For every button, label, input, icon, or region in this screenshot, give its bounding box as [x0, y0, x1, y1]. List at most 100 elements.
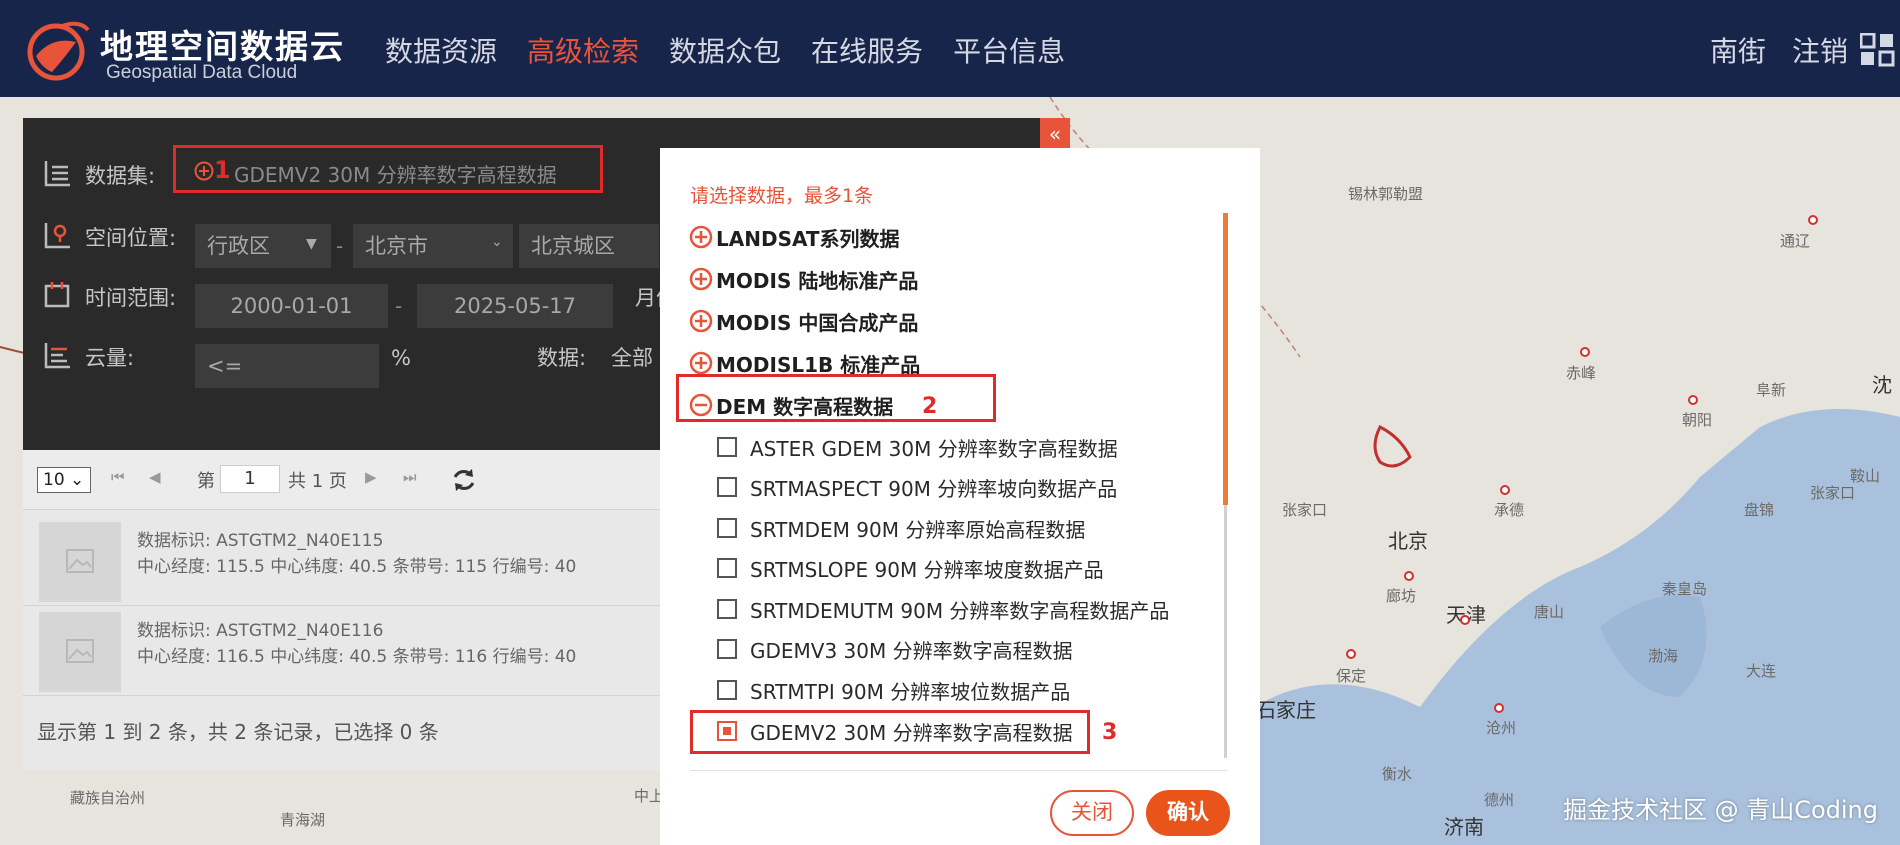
first-page-icon[interactable]: ⏮: [111, 468, 125, 486]
confirm-button[interactable]: 确认: [1146, 790, 1230, 836]
page-number-input[interactable]: 1: [220, 465, 280, 493]
map-label: 朝阳: [1682, 411, 1713, 429]
map-label-beijing: 北京: [1388, 529, 1428, 553]
plus-circle-icon: [194, 161, 214, 181]
modal-title: 请选择数据，最多1条: [690, 185, 874, 207]
map-label: 廊坊: [1386, 587, 1417, 605]
dem-item-label: GDEMV3 30M 分辨率数字高程数据: [750, 639, 1073, 663]
image-placeholder-icon: [66, 549, 94, 573]
prev-page-icon[interactable]: ◀: [149, 468, 161, 486]
results-list: 10 ⌄ ⏮ ◀ 第 1 共 1 页 ▶ ⏭ 数据标识: ASTGTM2_N40…: [23, 450, 663, 770]
dataset-label: 数据集:: [85, 164, 156, 188]
checkbox[interactable]: [717, 639, 737, 659]
map-label: 锡林郭勒盟: [1348, 185, 1424, 203]
city-dot: [1494, 703, 1504, 713]
map-label: 沧州: [1486, 719, 1517, 737]
nav-online-services[interactable]: 在线服务: [811, 30, 923, 70]
checkbox[interactable]: [717, 477, 737, 497]
map-label: 大连: [1746, 662, 1777, 680]
map-label: 唐山: [1534, 603, 1565, 621]
nav-data-resources[interactable]: 数据资源: [385, 30, 497, 70]
end-date-input[interactable]: 2025-05-17: [417, 284, 613, 328]
checkbox[interactable]: [717, 518, 737, 538]
map-label: 青海湖: [280, 811, 326, 829]
close-button[interactable]: 关闭: [1050, 790, 1134, 836]
cloud-label: 云量:: [85, 346, 135, 370]
checkbox-checked[interactable]: [717, 721, 737, 741]
dem-item-label: SRTMSLOPE 90M 分辨率坡度数据产品: [750, 558, 1104, 582]
step-marker-2: 2: [922, 394, 938, 419]
dem-item-label: SRTMTPI 90M 分辨率坡位数据产品: [750, 680, 1071, 704]
top-navigation-bar: 地理空间数据云 Geospatial Data Cloud 数据资源 高级检索 …: [0, 0, 1900, 97]
checkbox[interactable]: [717, 599, 737, 619]
time-range-label: 时间范围:: [85, 286, 177, 310]
cloud-input[interactable]: <=: [195, 344, 379, 388]
category-label: MODIS 中国合成产品: [716, 311, 919, 335]
last-page-icon[interactable]: ⏭: [403, 468, 417, 486]
list-item[interactable]: 数据标识: ASTGTM2_N40E116 中心经度: 116.5 中心纬度: …: [23, 608, 663, 696]
step-marker-1: 1: [214, 156, 231, 184]
item-id: 数据标识: ASTGTM2_N40E115: [137, 531, 384, 551]
next-page-icon[interactable]: ▶: [365, 468, 377, 486]
nav-platform-info[interactable]: 平台信息: [953, 30, 1065, 70]
plus-circle-icon: [689, 309, 713, 333]
city-dot: [1346, 649, 1356, 659]
city-select[interactable]: 北京城区: [519, 224, 659, 268]
separator: -: [395, 294, 403, 318]
map-label: 德州: [1484, 791, 1515, 809]
checkbox[interactable]: [717, 680, 737, 700]
minus-circle-icon: [689, 393, 713, 417]
cloud-unit: %: [391, 346, 411, 370]
scrollbar-thumb[interactable]: [1223, 213, 1228, 505]
item-info: 中心经度: 115.5 中心纬度: 40.5 条带号: 115 行编号: 40: [137, 557, 577, 577]
results-summary: 显示第 1 到 2 条，共 2 条记录，已选择 0 条: [37, 720, 439, 744]
dropdown-arrow-icon: ▼: [306, 236, 317, 252]
grid-icon[interactable]: [1860, 33, 1896, 67]
dataset-selector[interactable]: 1 GDEMV2 30M 分辨率数字高程数据: [173, 145, 603, 193]
province-select[interactable]: 北京市: [353, 224, 513, 268]
map-label: 保定: [1336, 667, 1367, 685]
site-logo[interactable]: 地理空间数据云 Geospatial Data Cloud: [22, 14, 343, 84]
collapse-panel-button[interactable]: «: [1040, 118, 1070, 152]
logout-link[interactable]: 注销: [1792, 30, 1848, 70]
refresh-icon[interactable]: [451, 467, 477, 493]
page-size-value: 10: [43, 470, 65, 490]
map-label: 秦皇岛: [1662, 580, 1708, 598]
map-label: 济南: [1444, 815, 1484, 839]
username-link[interactable]: 南街: [1710, 30, 1766, 70]
data-filter-value[interactable]: 全部: [611, 342, 653, 372]
map-label: 赤峰: [1566, 364, 1597, 382]
city-dot: [1460, 615, 1470, 625]
city-dot: [1580, 347, 1590, 357]
chevron-down-icon: ⌄: [491, 234, 503, 250]
globe-logo-icon: [27, 21, 90, 81]
map-label: 石家庄: [1256, 698, 1316, 722]
map-label: 阜新: [1756, 381, 1787, 399]
nav-advanced-search[interactable]: 高级检索: [527, 30, 639, 70]
checkbox[interactable]: [717, 437, 737, 457]
map-label: 张家口: [1282, 501, 1328, 519]
thumbnail: [39, 522, 121, 602]
logo-english-title: Geospatial Data Cloud: [106, 62, 298, 83]
start-date-input[interactable]: 2000-01-01: [195, 284, 388, 328]
category-label: MODIS 陆地标准产品: [716, 269, 919, 293]
list-item[interactable]: 数据标识: ASTGTM2_N40E115 中心经度: 115.5 中心纬度: …: [23, 518, 663, 606]
dem-item-label: SRTMDEMUTM 90M 分辨率数字高程数据产品: [750, 599, 1170, 623]
map-label: 通辽: [1780, 232, 1811, 250]
page-prefix: 第: [197, 471, 215, 492]
page-size-select[interactable]: 10 ⌄: [37, 467, 91, 493]
map-label: 盘锦: [1744, 501, 1775, 519]
map-label: 沈: [1872, 373, 1892, 397]
nav-crowdsourcing[interactable]: 数据众包: [669, 30, 781, 70]
map-label: 衡水: [1382, 765, 1413, 783]
step-marker-3: 3: [1102, 720, 1118, 745]
data-filter-label: 数据:: [537, 346, 587, 370]
city-dot: [1688, 395, 1698, 405]
map-label: 承德: [1494, 501, 1525, 519]
plus-circle-icon: [689, 225, 713, 249]
checkbox[interactable]: [717, 558, 737, 578]
calendar-icon: [44, 282, 70, 308]
location-label: 空间位置:: [85, 226, 177, 250]
map-label: 渤海: [1648, 647, 1679, 665]
dataset-icon: [44, 161, 70, 187]
